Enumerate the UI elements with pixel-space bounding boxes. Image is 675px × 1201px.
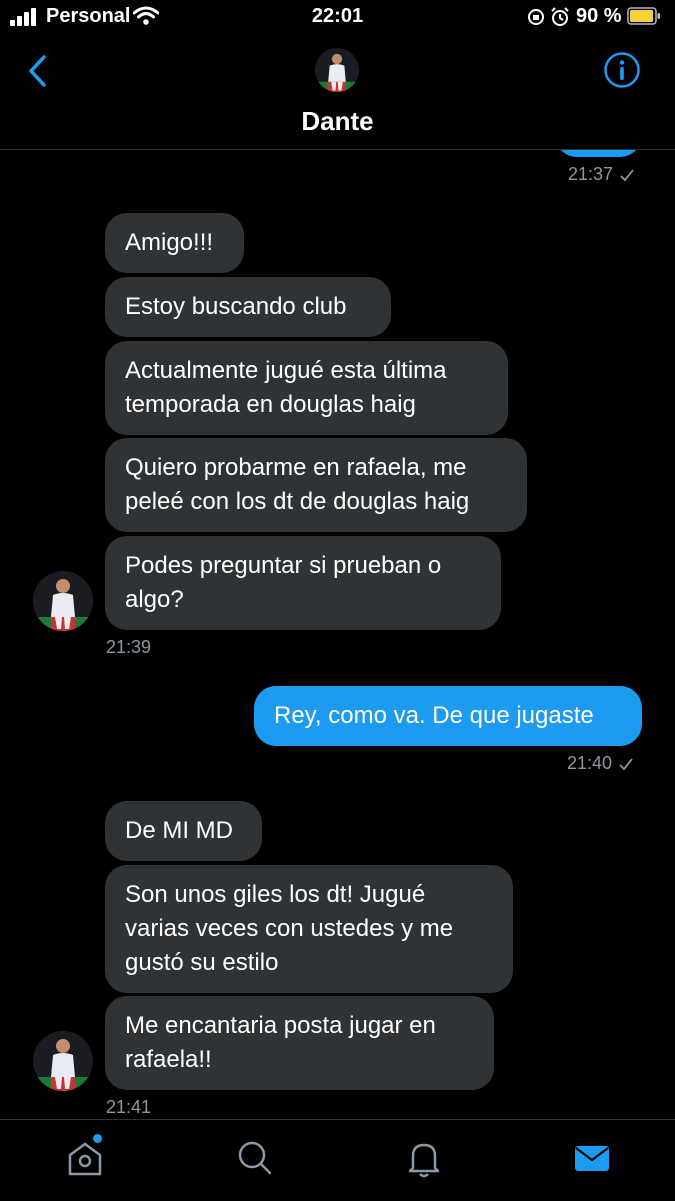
message-timestamp: 21:40 <box>567 753 634 774</box>
sender-avatar[interactable] <box>33 1031 93 1091</box>
conversation-header: Dante <box>0 36 675 150</box>
received-message[interactable]: Podes preguntar si prueban o algo? <box>105 536 501 630</box>
message-list[interactable]: 21:37 Amigo!!! Estoy buscando club Actua… <box>0 150 675 1118</box>
status-time: 22:01 <box>311 5 364 27</box>
battery-icon <box>627 7 660 25</box>
received-message[interactable]: Son unos giles los dt! Jugué varias vece… <box>105 865 513 993</box>
message-timestamp: 21:37 <box>568 164 635 185</box>
status-bar: Personal 22:01 90 % <box>0 0 675 36</box>
received-message[interactable]: Estoy buscando club <box>105 277 391 337</box>
sent-message[interactable]: Rey, como va. De que jugaste <box>254 686 642 746</box>
timestamp-text: 21:40 <box>567 753 613 773</box>
contact-avatar[interactable] <box>315 48 359 92</box>
info-icon[interactable] <box>603 51 641 89</box>
notifications-icon[interactable] <box>404 1138 444 1178</box>
orientation-lock-icon <box>528 9 544 25</box>
notification-dot <box>93 1134 102 1143</box>
timestamp-text: 21:37 <box>568 164 614 184</box>
battery-percent: 90 % <box>576 5 622 27</box>
message-timestamp: 21:39 <box>106 637 152 657</box>
contact-name[interactable]: Dante <box>0 106 675 137</box>
bottom-tab-bar <box>0 1119 675 1201</box>
received-message[interactable]: Me encantaria posta jugar en rafaela!! <box>105 996 494 1090</box>
alarm-icon <box>551 7 569 26</box>
sender-avatar[interactable] <box>33 571 93 631</box>
home-icon[interactable] <box>65 1138 105 1178</box>
sent-message-partial[interactable] <box>555 150 642 157</box>
back-arrow-icon[interactable] <box>26 54 50 88</box>
search-icon[interactable] <box>235 1138 275 1178</box>
message-timestamp: 21:41 <box>106 1097 152 1117</box>
received-message[interactable]: Amigo!!! <box>105 213 244 273</box>
sent-check-icon <box>620 168 634 181</box>
received-message[interactable]: Actualmente jugué esta última temporada … <box>105 341 508 435</box>
messages-icon[interactable] <box>572 1138 612 1178</box>
sent-check-icon <box>619 757 633 770</box>
received-message[interactable]: De MI MD <box>105 801 262 861</box>
received-message[interactable]: Quiero probarme en rafaela, me peleé con… <box>105 438 527 532</box>
